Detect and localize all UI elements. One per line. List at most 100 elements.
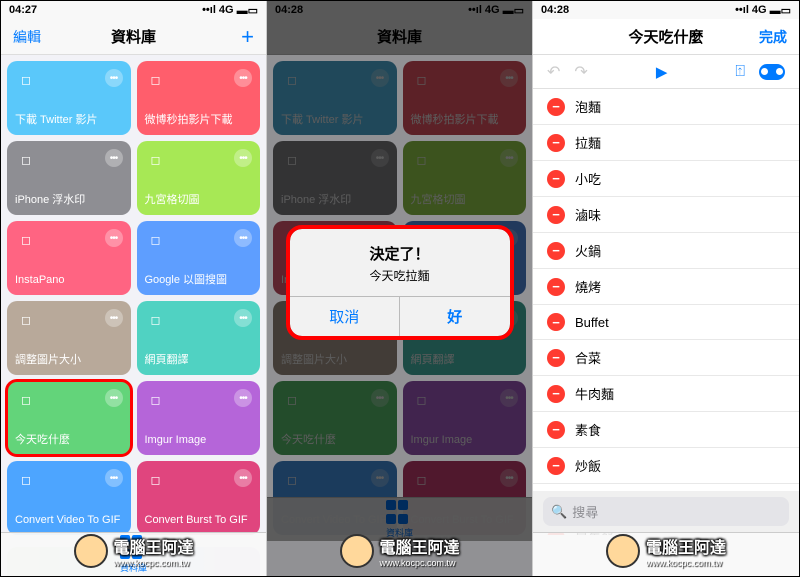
status-bar: 04:28 ••ıl 4G ▬▭ [533,1,799,19]
library-tab[interactable]: 資料庫 [120,535,147,574]
tab-bar [533,532,799,576]
alert-title: 決定了！ [300,243,500,264]
toolbar: ↶ ↷ ▶ ⍐ [533,55,799,89]
more-icon[interactable]: ••• [105,309,123,327]
list-item[interactable]: −拉麵 [533,125,799,161]
shortcut-name: Imgur Image [145,434,253,447]
items-list[interactable]: −泡麵−拉麵−小吃−滷味−火鍋−燒烤−Buffet−合菜−牛肉麵−素食−炒飯−水… [533,89,799,535]
done-button[interactable]: 完成 [759,27,787,47]
edit-button[interactable]: 編輯 [13,27,41,47]
ok-button[interactable]: 好 [400,297,510,336]
delete-icon[interactable]: − [547,278,565,296]
delete-icon[interactable]: − [547,385,565,403]
play-button[interactable]: ▶ [656,63,668,81]
signal-icon: ••ıl [735,4,749,16]
shortcut-icon: ◻ [15,229,37,251]
shortcut-card[interactable]: ◻•••微博秒拍影片下載 [137,61,261,135]
phone-screen-3: 04:28 ••ıl 4G ▬▭ 今天吃什麼 完成 ↶ ↷ ▶ ⍐ −泡麵−拉麵… [533,1,799,576]
delete-icon[interactable]: − [547,313,565,331]
shortcut-name: 九宮格切圖 [145,194,253,207]
shortcut-name: Convert Video To GIF [15,514,123,527]
shortcut-card[interactable]: ◻•••Convert Burst To GIF [137,461,261,535]
more-icon[interactable]: ••• [105,469,123,487]
delete-icon[interactable]: − [547,349,565,367]
list-item[interactable]: −合菜 [533,340,799,376]
shortcut-name: 下載 Twitter 影片 [15,114,123,127]
alert-dialog: 決定了！ 今天吃拉麵 取消 好 [290,229,510,336]
more-icon[interactable]: ••• [234,389,252,407]
shortcut-icon: ◻ [145,309,167,331]
shortcut-card[interactable]: ◻ ••• Imgur Image [137,381,261,455]
shortcut-name: InstaPano [15,274,123,287]
cancel-button[interactable]: 取消 [290,297,401,336]
more-icon[interactable]: ••• [105,229,123,247]
shortcut-name: iPhone 浮水印 [15,194,123,207]
more-icon[interactable]: ••• [234,229,252,247]
list-item[interactable]: −牛肉麵 [533,376,799,412]
shortcut-card[interactable]: ◻•••iPhone 浮水印 [7,141,131,215]
shortcut-icon: ◻ [15,309,37,331]
shortcut-name: 網頁翻譯 [145,354,253,367]
item-label: 火鍋 [575,241,601,260]
page-title: 資料庫 [111,26,156,47]
list-item[interactable]: −火鍋 [533,233,799,269]
alert-message: 今天吃拉麵 [300,267,500,284]
shortcut-icon: ◻ [15,469,37,491]
shortcut-name: 今天吃什麼 [15,434,123,447]
item-label: 素食 [575,420,601,439]
add-button[interactable]: + [241,24,254,50]
search-input[interactable]: 🔍 搜尋 [543,497,789,526]
more-icon[interactable]: ••• [105,149,123,167]
shortcut-icon: ◻ [145,389,167,411]
more-icon[interactable]: ••• [234,149,252,167]
list-item[interactable]: −Buffet [533,305,799,340]
delete-icon[interactable]: − [547,98,565,116]
more-icon[interactable]: ••• [234,309,252,327]
list-item[interactable]: −素食 [533,412,799,448]
more-icon[interactable]: ••• [234,69,252,87]
settings-toggle[interactable] [759,64,785,80]
delete-icon[interactable]: − [547,134,565,152]
shortcut-card[interactable]: ◻ ••• Convert Video To GIF [7,461,131,535]
undo-icon[interactable]: ↶ [547,62,560,82]
time: 04:28 [541,4,569,16]
tab-bar: 資料庫 [1,532,266,576]
item-label: 牛肉麵 [575,384,614,403]
delete-icon[interactable]: − [547,421,565,439]
shortcut-icon: ◻ [15,389,37,411]
list-item[interactable]: −滷味 [533,197,799,233]
share-icon[interactable]: ⍐ [735,63,745,81]
list-item[interactable]: −泡麵 [533,89,799,125]
shortcut-card[interactable]: ◻ ••• 網頁翻譯 [137,301,261,375]
delete-icon[interactable]: − [547,457,565,475]
shortcut-card[interactable]: ◻ ••• 今天吃什麼 [7,381,131,455]
shortcut-card[interactable]: ◻•••九宮格切圖 [137,141,261,215]
phone-screen-1: 04:27 ••ıl 4G ▬▭ 編輯 資料庫 + ◻ ••• 下載 Twitter… [1,1,267,576]
delete-icon[interactable]: − [547,206,565,224]
more-icon[interactable]: ••• [105,389,123,407]
shortcut-name: 調整圖片大小 [15,354,123,367]
more-icon[interactable]: ••• [234,469,252,487]
delete-icon[interactable]: − [547,170,565,188]
redo-icon[interactable]: ↷ [574,62,587,82]
shortcut-card[interactable]: ◻ ••• 調整圖片大小 [7,301,131,375]
shortcut-icon: ◻ [145,229,167,251]
nav-bar: 今天吃什麼 完成 [533,19,799,55]
signal-label: 4G [752,4,767,16]
search-icon: 🔍 [551,504,567,520]
more-icon[interactable]: ••• [105,69,123,87]
shortcut-name: Convert Burst To GIF [145,514,253,527]
item-label: 炒飯 [575,456,601,475]
item-label: 燒烤 [575,277,601,296]
delete-icon[interactable]: − [547,242,565,260]
shortcut-card[interactable]: ◻•••下載 Twitter 影片 [7,61,131,135]
item-label: 拉麵 [575,133,601,152]
search-bar: 🔍 搜尋 [533,491,799,532]
time: 04:27 [9,4,37,16]
list-item[interactable]: −燒烤 [533,269,799,305]
shortcut-card[interactable]: ◻ ••• InstaPano [7,221,131,295]
status-bar: 04:27 ••ıl 4G ▬▭ [1,1,266,19]
shortcut-card[interactable]: ◻•••Google 以圖搜圖 [137,221,261,295]
list-item[interactable]: −炒飯 [533,448,799,484]
list-item[interactable]: −小吃 [533,161,799,197]
